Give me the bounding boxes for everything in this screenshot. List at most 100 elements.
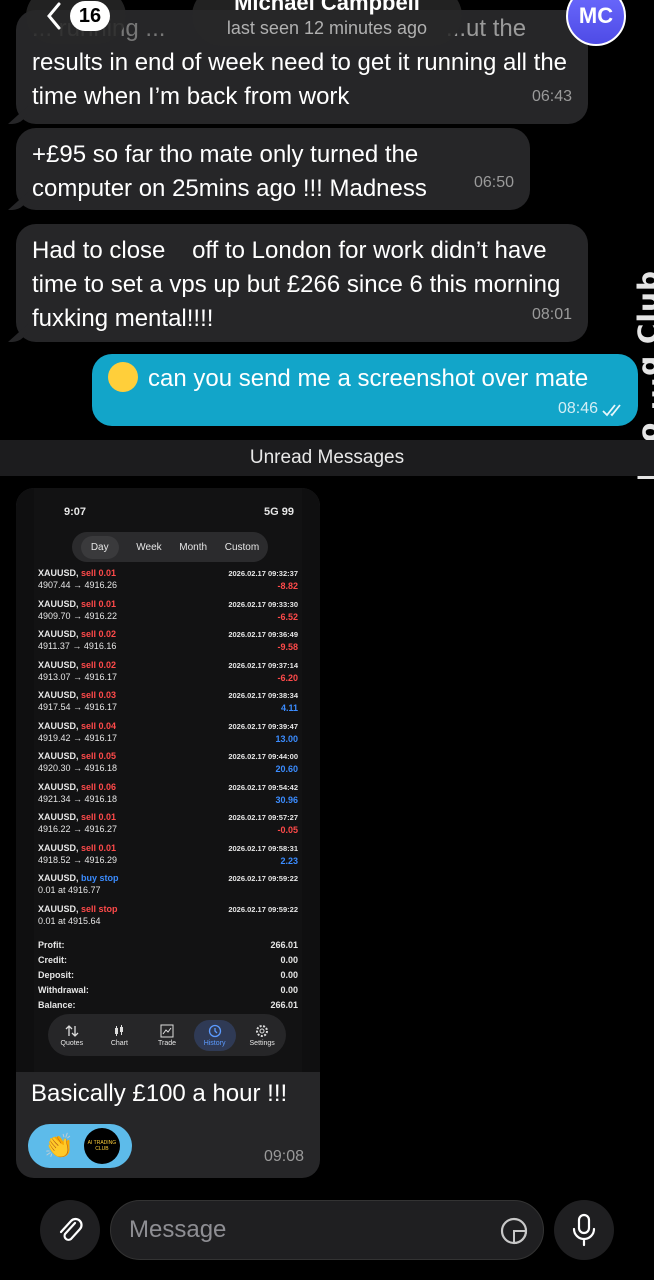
trade-route: 4911.37 → 4916.16 xyxy=(38,641,117,651)
trade-profit: -9.58 xyxy=(277,642,298,652)
screenshot-network: 5G 99 xyxy=(264,506,294,518)
tab-label: Trade xyxy=(157,1039,176,1047)
summary-label: Balance: xyxy=(38,1000,76,1010)
tab-trade: Trade xyxy=(146,1024,188,1047)
trade-route: 4913.07 → 4916.17 xyxy=(38,671,118,682)
summary-label: Deposit: xyxy=(38,970,74,980)
tab-label: Quotes xyxy=(60,1039,84,1047)
tab-quotes: Quotes xyxy=(51,1024,93,1047)
trade-side: buy stop xyxy=(81,873,119,883)
trade-route: 4920.30 → 4916.18 xyxy=(38,763,118,773)
tab-history: History xyxy=(193,1019,236,1051)
chat-header: 16 Michael Campbell last seen 12 minutes… xyxy=(0,0,654,50)
segment-custom: Custom xyxy=(224,541,260,553)
exploding-head-emoji-icon xyxy=(108,362,138,392)
trade-date: 2026.02.17 09:58:31 xyxy=(228,843,298,853)
trade-date: 2026.02.17 09:59:22 xyxy=(228,874,298,883)
incoming-message[interactable]: +£95 so far tho mate only turned the com… xyxy=(16,128,530,210)
message-input-field[interactable] xyxy=(110,1200,544,1260)
trade-side: sell 0.01 xyxy=(81,598,117,609)
trade-symbol: XAUUSD, sell 0.01 xyxy=(38,812,117,822)
avatar[interactable]: MC xyxy=(566,0,626,46)
tab-label: Settings xyxy=(249,1039,275,1047)
summary-row: Withdrawal: 0.00 xyxy=(38,985,298,1000)
trade-symbol: XAUUSD, buy stop xyxy=(38,873,119,883)
incoming-message[interactable]: Had to close off to London for work didn… xyxy=(16,224,588,342)
reaction-chip[interactable]: 👏 AI TRADING CLUB xyxy=(28,1124,132,1168)
trade-route: 4921.34 → 4916.18 xyxy=(38,793,118,804)
trade-route: 4907.44 → 4916.26 xyxy=(38,580,118,590)
trade-row: XAUUSD, sell 0.06 4921.34 → 4916.18 2026.0… xyxy=(38,782,298,813)
trade-route: 4919.42 → 4916.17 xyxy=(38,732,118,743)
trade-side: sell 0.04 xyxy=(81,720,117,731)
summary-value: 0.00 xyxy=(280,955,298,965)
trade-date: 2026.02.17 09:33:30 xyxy=(228,599,298,609)
trade-history-screenshot[interactable]: 9:07 5G 99 Day Week Month Custom XAUUSD,… xyxy=(16,488,320,1072)
outgoing-message[interactable]: can you send me a screenshot over mate 0… xyxy=(92,354,638,426)
trade-route: 0.01 at 4916.77 xyxy=(38,885,101,895)
summary-label: Withdrawal: xyxy=(38,985,89,995)
trade-date: 2026.02.17 09:57:27 xyxy=(228,813,298,822)
voice-record-button[interactable] xyxy=(554,1200,614,1260)
arrows-updown-icon xyxy=(65,1024,79,1037)
trade-row: XAUUSD, sell 0.01 4909.70 → 4916.22 2026.0… xyxy=(38,599,298,630)
message-time: 09:08 xyxy=(263,1148,304,1165)
summary-value: 0.00 xyxy=(280,985,298,995)
summary-value: 266.01 xyxy=(270,1000,298,1010)
message-text: +£95 so far tho mate only turned the com… xyxy=(32,141,427,202)
trade-profit: 20.60 xyxy=(275,764,298,774)
gear-icon xyxy=(256,1024,269,1037)
sticker-icon[interactable] xyxy=(499,1216,529,1246)
trade-symbol: XAUUSD, sell 0.05 xyxy=(38,751,117,761)
trade-date: 2026.02.17 09:59:22 xyxy=(228,904,298,914)
trade-profit: 30.96 xyxy=(275,794,298,805)
contact-name: Michael Campbell xyxy=(234,0,420,15)
trade-date: 2026.02.17 09:39:47 xyxy=(228,721,298,731)
back-button[interactable]: 16 xyxy=(26,0,126,44)
trade-row: XAUUSD, sell 0.01 4907.44 → 4916.26 2026.0… xyxy=(38,568,298,599)
history-clock-icon xyxy=(208,1024,221,1037)
trade-profit: 2.23 xyxy=(280,855,298,866)
trade-date: 2026.02.17 09:38:34 xyxy=(228,691,298,700)
message-time: 08:01 xyxy=(531,306,572,323)
trade-date: 2026.02.17 09:54:42 xyxy=(228,782,298,792)
ai-trading-club-logo: AI TRADING CLUB xyxy=(83,1128,120,1164)
trade-side: sell 0.02 xyxy=(81,629,117,639)
contact-status: last seen 12 minutes ago xyxy=(226,18,428,38)
trade-symbol: XAUUSD, sell 0.06 xyxy=(38,781,117,792)
trade-route: 4918.52 → 4916.29 xyxy=(38,854,118,865)
trade-row: XAUUSD, buy stop 0.01 at 4916.77 2026.02.1… xyxy=(38,873,298,904)
clapping-hands-icon: 👏 xyxy=(44,1132,74,1160)
tab-settings: Settings xyxy=(241,1024,283,1047)
trade-list: XAUUSD, sell 0.01 4907.44 → 4916.26 2026.0… xyxy=(38,568,298,934)
trade-row: XAUUSD, sell 0.05 4920.30 → 4916.18 2026.0… xyxy=(38,751,298,782)
segment-day: Day xyxy=(80,535,119,559)
segment-month: Month xyxy=(179,541,208,553)
period-segmented-control: Day Week Month Custom xyxy=(72,532,268,562)
summary-value: 0.00 xyxy=(280,970,298,980)
trade-row: XAUUSD, sell 0.04 4919.42 → 4916.17 2026.0… xyxy=(38,721,298,752)
message-text: results in end of week need to get it ru… xyxy=(32,49,568,110)
trade-side: sell 0.02 xyxy=(81,659,117,670)
message-input[interactable] xyxy=(129,1216,489,1244)
summary-label: Profit: xyxy=(38,940,65,950)
trade-side: sell 0.05 xyxy=(81,751,117,761)
tab-chart: Chart xyxy=(98,1024,140,1047)
trade-profit: 13.00 xyxy=(275,733,298,744)
trade-symbol: XAUUSD, sell stop xyxy=(38,903,118,914)
segment-week: Week xyxy=(136,541,162,553)
trade-profit: 4.11 xyxy=(280,703,298,713)
trade-side: sell 0.03 xyxy=(81,690,117,700)
message-time: 06:50 xyxy=(473,174,514,191)
chat-title[interactable]: Michael Campbell last seen 12 minutes ag… xyxy=(192,0,462,46)
summary-label: Credit: xyxy=(38,955,67,965)
trade-date: 2026.02.17 09:36:49 xyxy=(228,630,298,639)
message-time: 06:43 xyxy=(531,88,572,105)
attach-button[interactable] xyxy=(40,1200,100,1260)
trade-row: XAUUSD, sell stop 0.01 at 4915.64 2026.02.… xyxy=(38,904,298,935)
trade-profit: -6.20 xyxy=(277,672,298,683)
trade-symbol: XAUUSD, sell 0.01 xyxy=(38,842,117,853)
trade-side: sell 0.01 xyxy=(81,842,117,853)
summary-value: 266.01 xyxy=(270,940,298,950)
photo-message[interactable]: 9:07 5G 99 Day Week Month Custom XAUUSD,… xyxy=(16,488,320,1178)
